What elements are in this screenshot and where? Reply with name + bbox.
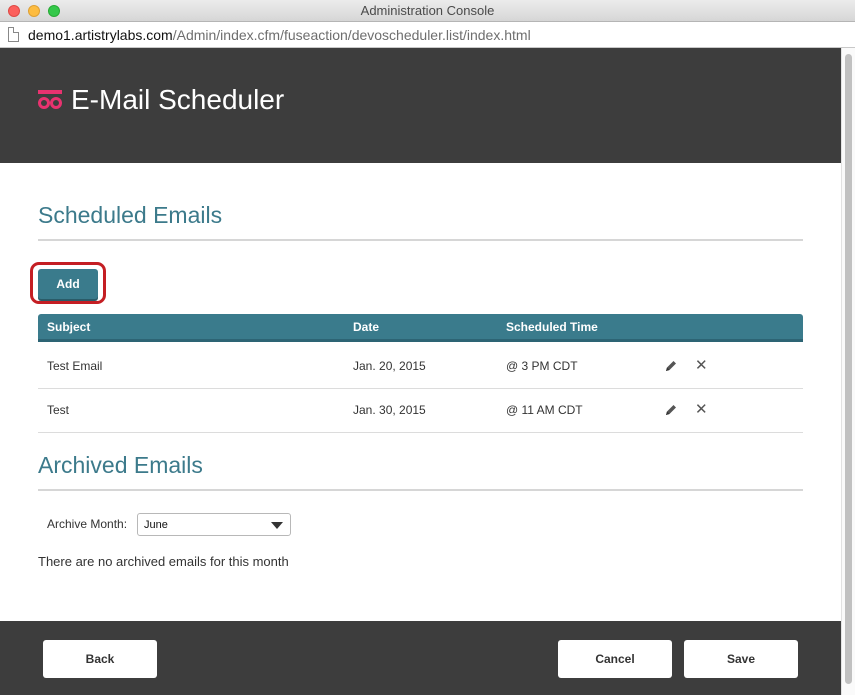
infinity-loop-icon: [38, 90, 62, 109]
browser-window: Administration Console demo1.artistrylab…: [0, 0, 855, 695]
vertical-scrollbar[interactable]: [841, 48, 855, 695]
scheduled-emails-heading: Scheduled Emails: [38, 202, 223, 228]
row-date: Jan. 20, 2015: [353, 359, 426, 373]
pencil-icon[interactable]: [664, 403, 678, 417]
document-icon: [8, 27, 19, 42]
no-archived-message: There are no archived emails for this mo…: [38, 554, 289, 569]
add-button[interactable]: Add: [38, 269, 98, 299]
app-header: E-Mail Scheduler: [0, 48, 841, 163]
archived-divider: [38, 489, 803, 491]
scrollbar-thumb[interactable]: [845, 54, 852, 684]
close-icon[interactable]: ✕: [695, 402, 708, 418]
save-button[interactable]: Save: [684, 640, 798, 678]
row-subject: Test: [47, 403, 70, 417]
page-title: E-Mail Scheduler: [71, 84, 285, 115]
url-host: demo1.artistrylabs.com: [28, 27, 173, 43]
column-date: Date: [353, 320, 380, 334]
archive-month-select[interactable]: June: [137, 513, 291, 536]
archive-month-value: June: [144, 519, 168, 531]
back-button[interactable]: Back: [43, 640, 157, 678]
scheduled-table-header: Subject Date Scheduled Time: [38, 314, 803, 342]
column-scheduled-time: Scheduled Time: [506, 320, 598, 334]
address-bar[interactable]: demo1.artistrylabs.com/Admin/index.cfm/f…: [0, 22, 855, 48]
chevron-down-icon: [271, 522, 283, 529]
window-title: Administration Console: [360, 3, 495, 18]
footer-bar: Back Cancel Save: [0, 621, 841, 695]
scheduled-divider: [38, 239, 803, 241]
column-subject: Subject: [47, 320, 91, 334]
row-subject: Test Email: [47, 359, 103, 373]
table-row: Test Jan. 30, 2015 @ 11 AM CDT ✕: [38, 389, 803, 433]
row-time: @ 3 PM CDT: [506, 359, 578, 373]
row-time: @ 11 AM CDT: [506, 403, 583, 417]
archived-emails-heading: Archived Emails: [38, 452, 203, 478]
close-icon[interactable]: ✕: [695, 358, 708, 374]
row-date: Jan. 30, 2015: [353, 403, 426, 417]
pencil-icon[interactable]: [664, 359, 678, 373]
cancel-button[interactable]: Cancel: [558, 640, 672, 678]
archive-month-label: Archive Month:: [47, 517, 128, 531]
url-text[interactable]: demo1.artistrylabs.com/Admin/index.cfm/f…: [28, 27, 531, 43]
url-path: /Admin/index.cfm/fuseaction/devoschedule…: [172, 27, 531, 43]
title-bar: Administration Console: [0, 0, 855, 22]
table-row: Test Email Jan. 20, 2015 @ 3 PM CDT ✕: [38, 345, 803, 389]
